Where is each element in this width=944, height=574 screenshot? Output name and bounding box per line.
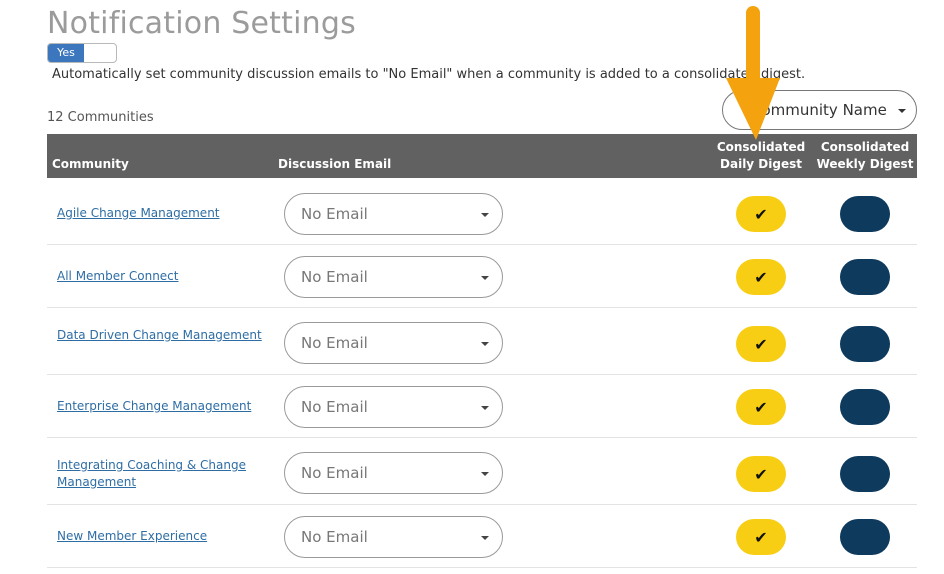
weekly-digest-toggle[interactable] [840,326,890,362]
community-link[interactable]: Enterprise Change Management [57,398,262,415]
discussion-email-value: No Email [301,464,368,482]
weekly-digest-toggle[interactable] [840,519,890,555]
daily-digest-toggle[interactable]: ✔ [736,519,786,555]
discussion-email-value: No Email [301,398,368,416]
community-count: 12 Communities [47,110,154,125]
daily-digest-toggle[interactable]: ✔ [736,196,786,232]
discussion-email-select[interactable]: No Email [284,256,503,298]
table-row: Data Driven Change Management No Email ✔ [47,308,917,375]
discussion-email-value: No Email [301,528,368,546]
header-community: Community [52,157,129,171]
community-link[interactable]: Agile Change Management [57,205,262,222]
header-weekly-digest: Consolidated Weekly Digest [815,139,915,173]
discussion-email-value: No Email [301,205,368,223]
table-row: All Member Connect No Email ✔ [47,245,917,308]
checkmark-icon: ✔ [754,527,768,547]
weekly-digest-toggle[interactable] [840,196,890,232]
toggle-description: Automatically set community discussion e… [52,67,806,82]
community-link[interactable]: All Member Connect [57,268,262,285]
weekly-digest-toggle[interactable] [840,456,890,492]
daily-digest-toggle[interactable]: ✔ [736,389,786,425]
discussion-email-select[interactable]: No Email [284,516,503,558]
header-weekly-line1: Consolidated [820,140,910,154]
table-header: Community Discussion Email Consolidated … [47,134,917,178]
chevron-down-icon [481,472,489,476]
daily-digest-toggle[interactable]: ✔ [736,456,786,492]
header-daily-line1: Consolidated [716,140,806,154]
chevron-down-icon [481,276,489,280]
table-row: Enterprise Change Management No Email ✔ [47,375,917,438]
weekly-digest-toggle[interactable] [840,389,890,425]
chevron-down-icon [481,213,489,217]
discussion-email-value: No Email [301,268,368,286]
checkmark-icon: ✔ [754,464,768,484]
discussion-email-select[interactable]: No Email [284,322,503,364]
daily-digest-toggle[interactable]: ✔ [736,326,786,362]
community-link[interactable]: New Member Experience [57,528,262,545]
auto-no-email-toggle[interactable]: Yes [47,43,117,63]
discussion-email-value: No Email [301,334,368,352]
chevron-down-icon [481,342,489,346]
weekly-digest-toggle[interactable] [840,259,890,295]
discussion-email-select[interactable]: No Email [284,386,503,428]
header-daily-digest: Consolidated Daily Digest [711,139,811,173]
discussion-email-select[interactable]: No Email [284,452,503,494]
header-weekly-line2: Weekly Digest [816,157,914,171]
checkmark-icon: ✔ [754,204,768,224]
header-daily-line2: Daily Digest [720,157,802,171]
discussion-email-select[interactable]: No Email [284,193,503,235]
daily-digest-toggle[interactable]: ✔ [736,259,786,295]
arrow-down-icon [726,6,780,140]
checkmark-icon: ✔ [754,334,768,354]
header-discussion-email: Discussion Email [278,157,392,171]
table-row: Integrating Coaching & Change Management… [47,438,917,505]
table-row: Agile Change Management No Email ✔ [47,178,917,245]
chevron-down-icon [481,536,489,540]
chevron-down-icon [481,406,489,410]
community-link[interactable]: Data Driven Change Management [57,327,262,344]
checkmark-icon: ✔ [754,267,768,287]
page-title: Notification Settings [47,6,356,41]
checkmark-icon: ✔ [754,397,768,417]
toggle-yes-label: Yes [48,44,84,62]
community-link[interactable]: Integrating Coaching & Change Management [57,457,262,491]
table-row: New Member Experience No Email ✔ [47,505,917,568]
chevron-down-icon [898,109,906,113]
